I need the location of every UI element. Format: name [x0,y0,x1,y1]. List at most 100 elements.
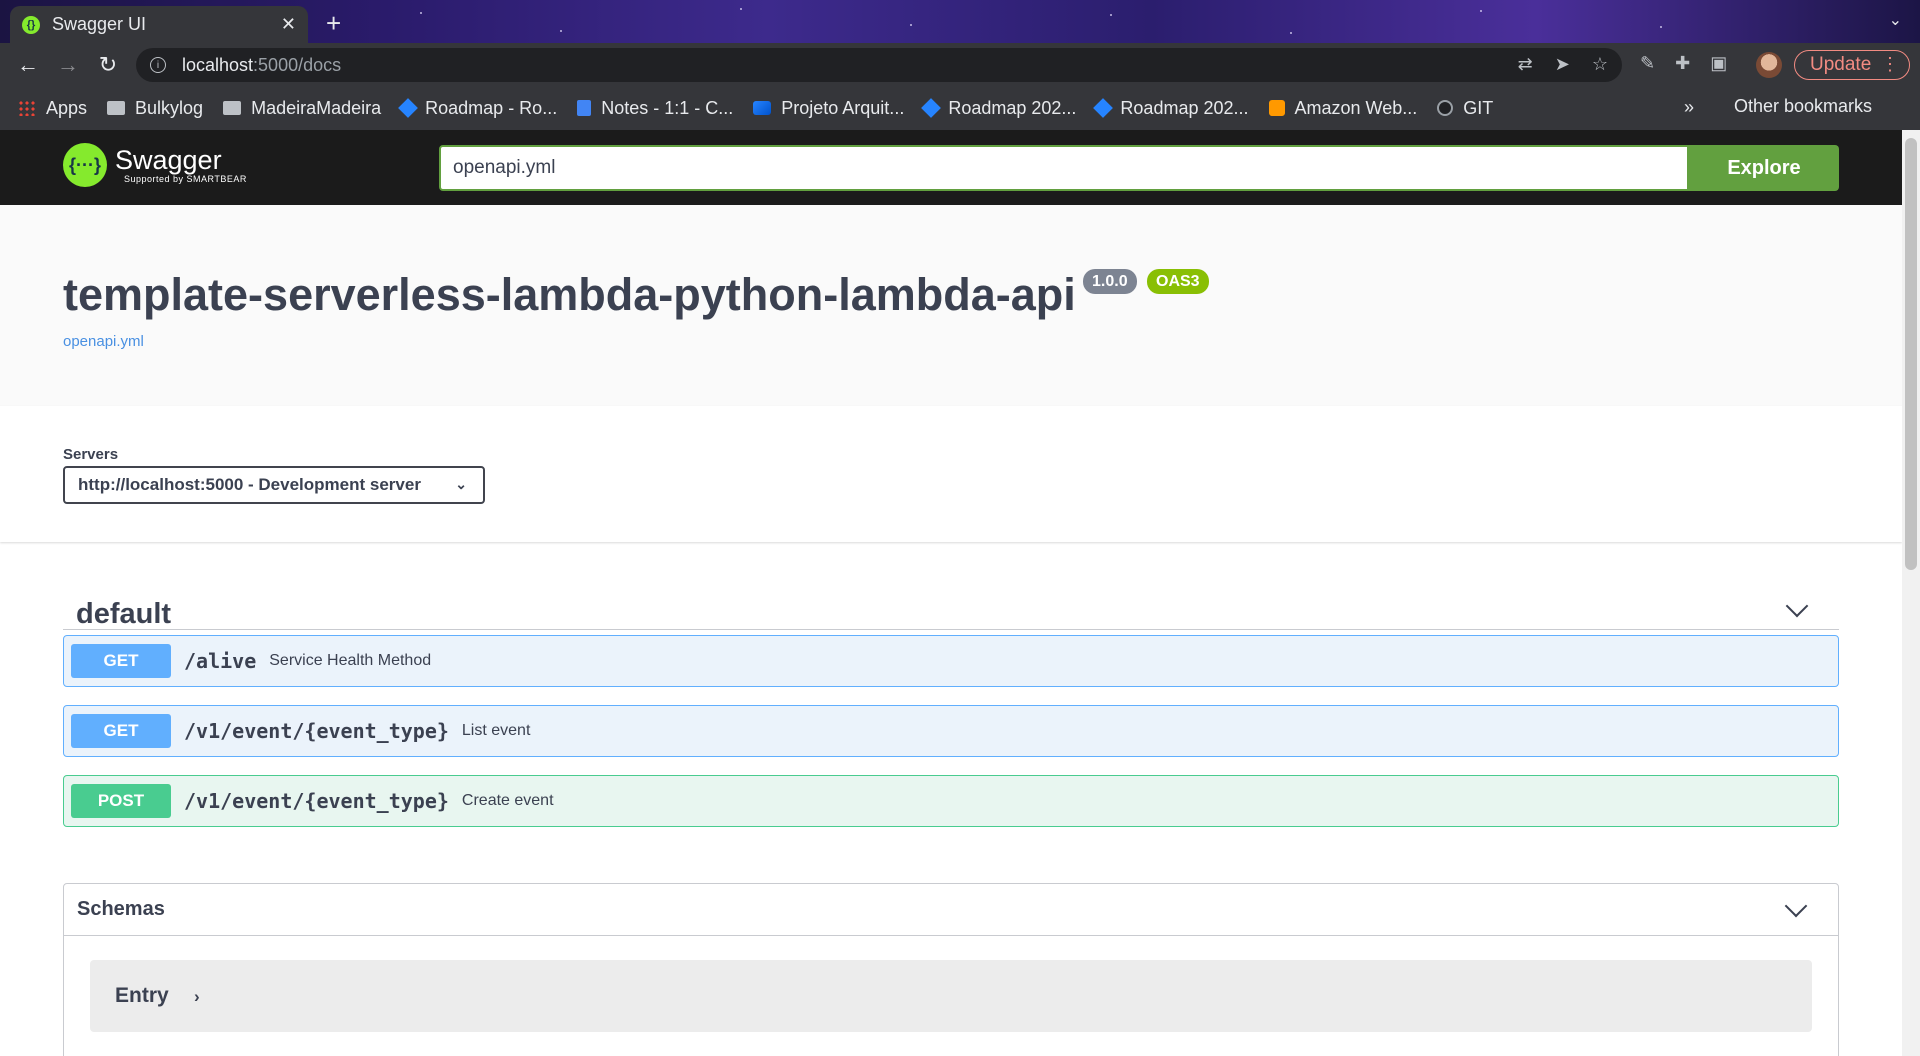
jira-icon [398,98,419,118]
scrollbar-thumb[interactable] [1905,138,1917,570]
chevron-right-icon[interactable]: › [194,987,200,1007]
bookmark-roadmap-ro[interactable]: Roadmap - Ro... [398,97,558,119]
bookmarks-overflow-icon[interactable]: » [1684,97,1694,118]
chevron-down-icon[interactable] [1785,594,1809,618]
bookmarks-bar: Apps Bulkylog MadeiraMadeira Roadmap - R… [0,86,1920,130]
new-tab-icon[interactable]: + [326,8,341,39]
bookmark-star-icon[interactable]: ☆ [1592,54,1608,75]
update-button[interactable]: Update ⋮ [1794,50,1910,80]
operation-path: /alive [184,649,257,673]
chevron-down-icon[interactable] [1784,894,1808,918]
url-path: :5000/docs [253,54,342,75]
tab-search-icon[interactable]: ⌄ [1889,10,1902,30]
explore-button[interactable]: Explore [1689,145,1839,191]
bookmark-roadmap-1[interactable]: Roadmap 202... [921,97,1077,119]
operation-summary: List event [461,722,531,739]
bookmark-notes[interactable]: Notes - 1:1 - C... [577,98,733,119]
logo-name: Swagger [115,145,222,175]
bookmark-label: Roadmap 202... [1120,97,1249,118]
swagger-topbar: {···} Swagger Supported by SMARTBEAR ope… [0,130,1902,205]
tab-title: Swagger UI [52,14,147,34]
method-badge: GET [71,644,171,678]
spec-url-input[interactable]: openapi.yml [439,145,1689,191]
operation-path: /v1/event/{event_type} [184,789,449,813]
operation-get-event[interactable]: GET /v1/event/{event_type} List event [63,705,1839,757]
bookmark-label: Notes - 1:1 - C... [601,97,734,118]
api-title: template-serverless-lambda-python-lambda… [63,269,1076,320]
schema-entry[interactable]: Entry › [90,960,1812,1032]
confluence-icon [753,101,772,115]
bookmark-bulkylog[interactable]: Bulkylog [107,98,203,119]
forward-icon[interactable]: → [48,52,88,78]
servers-section: Servers http://localhost:5000 - Developm… [0,406,1902,542]
aws-icon [1268,100,1285,116]
menu-dots-icon: ⋮ [1881,54,1899,74]
version-badge: 1.0.0 [1083,269,1137,294]
jira-icon [1093,98,1114,118]
page-scrollbar[interactable] [1902,130,1920,1056]
folder-icon [107,101,126,115]
translate-icon[interactable]: ⇄ [1518,54,1533,75]
bookmark-amazon-web[interactable]: Amazon Web... [1268,97,1418,119]
reload-icon[interactable]: ↻ [88,52,128,78]
browser-toolbar: ← → ↻ i localhost:5000/docs ⇄ ➤ ☆ ✎ ✚ ▣ … [0,43,1920,86]
operation-summary: Create event [461,792,554,809]
browser-tab-strip: {} Swagger UI ✕ + ⌄ [0,0,1920,43]
swagger-page: {···} Swagger Supported by SMARTBEAR ope… [0,130,1902,1056]
bookmark-label: Projeto Arquit... [781,97,905,118]
close-tab-icon[interactable]: ✕ [281,14,296,35]
bookmark-roadmap-2[interactable]: Roadmap 202... [1093,97,1249,119]
url-host: localhost [182,54,254,75]
jira-icon [921,98,942,118]
method-badge: POST [71,784,171,818]
servers-label: Servers [63,446,119,463]
github-icon [1437,100,1454,116]
bookmark-label: Roadmap - Ro... [425,97,558,118]
side-panel-icon[interactable]: ▣ [1710,53,1727,74]
send-icon[interactable]: ➤ [1555,54,1570,75]
bookmark-madeiramadeira[interactable]: MadeiraMadeira [223,98,381,119]
tag-title: default [76,598,172,630]
profile-avatar[interactable] [1756,52,1782,78]
bookmark-label: Roadmap 202... [948,97,1077,118]
chevron-down-icon: ⌄ [455,476,467,492]
bookmark-label: Bulkylog [135,97,204,118]
operation-summary: Service Health Method [269,652,432,669]
swagger-logo[interactable]: {···} Swagger Supported by SMARTBEAR [63,143,247,187]
bookmark-label: MadeiraMadeira [251,97,382,118]
tag-default-header[interactable]: default [63,570,1839,630]
method-badge: GET [71,714,171,748]
api-info: template-serverless-lambda-python-lambda… [0,205,1902,406]
operation-post-event[interactable]: POST /v1/event/{event_type} Create event [63,775,1839,827]
site-info-icon[interactable]: i [150,57,166,73]
extensions-icon[interactable]: ✚ [1675,53,1690,74]
operation-path: /v1/event/{event_type} [184,719,449,743]
schemas-title: Schemas [77,898,165,920]
other-bookmarks[interactable]: Other bookmarks [1724,96,1872,117]
oas-badge: OAS3 [1147,269,1209,294]
bookmark-projeto-arquit[interactable]: Projeto Arquit... [753,98,904,119]
selected-server: http://localhost:5000 - Development serv… [78,475,421,494]
browser-tab-active[interactable]: {} Swagger UI ✕ [10,6,308,43]
swagger-logo-icon: {···} [63,143,107,187]
schemas-section: Schemas Entry › [63,883,1839,1056]
folder-icon [223,101,242,115]
bookmark-label: GIT [1463,97,1494,118]
schemas-header[interactable]: Schemas [64,884,1838,936]
bookmark-label: Apps [46,97,88,118]
operation-get-alive[interactable]: GET /alive Service Health Method [63,635,1839,687]
eyedropper-icon[interactable]: ✎ [1640,53,1655,74]
docs-icon [577,100,592,116]
apps-icon [18,100,36,116]
spec-link[interactable]: openapi.yml [63,333,144,350]
other-bookmarks-label: Other bookmarks [1734,96,1873,116]
update-label: Update [1810,54,1872,75]
bookmark-git[interactable]: GIT [1437,98,1493,119]
logo-sub: Supported by SMARTBEAR [124,174,247,184]
back-icon[interactable]: ← [8,52,48,78]
bookmark-apps[interactable]: Apps [18,98,87,119]
address-bar[interactable]: i localhost:5000/docs ⇄ ➤ ☆ [136,48,1622,82]
servers-select[interactable]: http://localhost:5000 - Development serv… [63,466,485,504]
swagger-favicon-icon: {} [22,15,40,34]
bookmark-label: Amazon Web... [1294,97,1418,118]
